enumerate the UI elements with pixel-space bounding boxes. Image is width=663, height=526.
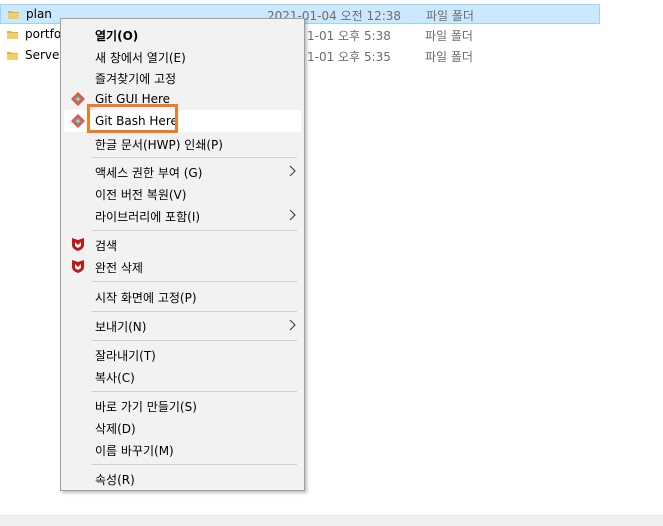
- menu-item-create-shortcut[interactable]: 바로 가기 만들기(S): [64, 394, 301, 416]
- menu-item-git-bash[interactable]: Git Bash Here: [64, 110, 301, 132]
- mcafee-shield-icon: [72, 238, 84, 251]
- menu-separator: [92, 340, 297, 341]
- menu-label: 속성(R): [95, 473, 135, 487]
- menu-item-copy[interactable]: 복사(C): [64, 365, 301, 387]
- file-name: portfol: [25, 27, 65, 41]
- menu-item-pin-quick-access[interactable]: 즐겨찾기에 고정: [64, 66, 301, 88]
- folder-icon: [8, 11, 19, 19]
- mcafee-shield-icon: [72, 260, 84, 273]
- menu-label: 시작 화면에 고정(P): [95, 291, 197, 305]
- menu-label: 열기(O): [95, 29, 139, 43]
- menu-separator: [92, 230, 297, 231]
- status-bar: [0, 515, 663, 526]
- menu-label: 이름 바꾸기(M): [95, 444, 174, 458]
- menu-item-rename[interactable]: 이름 바꾸기(M): [64, 438, 301, 460]
- menu-item-pin-start[interactable]: 시작 화면에 고정(P): [64, 285, 301, 307]
- menu-separator: [92, 464, 297, 465]
- menu-item-scan[interactable]: 검색: [64, 233, 301, 255]
- file-name: plan: [26, 7, 52, 21]
- menu-separator: [92, 311, 297, 312]
- menu-item-open-new-window[interactable]: 새 창에서 열기(E): [64, 45, 301, 67]
- menu-item-delete[interactable]: 삭제(D): [64, 416, 301, 438]
- menu-label: 새 창에서 열기(E): [95, 51, 186, 65]
- file-type: 파일 폴더: [425, 29, 473, 43]
- menu-item-send-to[interactable]: 보내기(N): [64, 314, 301, 336]
- folder-icon: [7, 52, 18, 60]
- menu-item-cut[interactable]: 잘라내기(T): [64, 343, 301, 365]
- file-date: 1-01 오후 5:35: [307, 50, 391, 64]
- folder-icon: [7, 31, 18, 39]
- menu-item-restore-previous[interactable]: 이전 버전 복원(V): [64, 182, 301, 204]
- file-date: 1-01 오후 5:38: [307, 29, 391, 43]
- menu-label: 이전 버전 복원(V): [95, 188, 187, 202]
- menu-label: 완전 삭제: [95, 261, 143, 275]
- menu-item-open[interactable]: 열기(O): [64, 23, 301, 45]
- menu-separator: [92, 157, 297, 158]
- git-icon: [71, 92, 85, 106]
- chevron-right-icon: [289, 319, 296, 331]
- menu-item-shred[interactable]: 완전 삭제: [64, 255, 301, 277]
- git-icon: [71, 114, 85, 128]
- menu-separator: [92, 281, 297, 282]
- menu-label: 라이브러리에 포함(I): [95, 210, 201, 224]
- chevron-right-icon: [289, 165, 296, 177]
- menu-label: 잘라내기(T): [95, 349, 156, 363]
- menu-label: 복사(C): [95, 371, 135, 385]
- menu-label: 즐겨찾기에 고정: [95, 72, 177, 86]
- menu-label: 보내기(N): [95, 320, 147, 334]
- menu-item-hwp-print[interactable]: 한글 문서(HWP) 인쇄(P): [64, 132, 301, 154]
- menu-item-include-library[interactable]: 라이브러리에 포함(I): [64, 204, 301, 226]
- menu-item-give-access[interactable]: 액세스 권한 부여 (G): [64, 160, 301, 182]
- menu-item-git-gui[interactable]: Git GUI Here: [64, 88, 301, 110]
- menu-label: 검색: [95, 239, 118, 253]
- menu-separator: [92, 391, 297, 392]
- menu-label: 액세스 권한 부여 (G): [95, 166, 203, 180]
- menu-label: 바로 가기 만들기(S): [95, 400, 197, 414]
- context-menu: 열기(O) 새 창에서 열기(E) 즐겨찾기에 고정 Git GUI Here …: [60, 18, 305, 491]
- menu-label: 삭제(D): [95, 422, 136, 436]
- file-type: 파일 폴더: [425, 50, 473, 64]
- chevron-right-icon: [289, 209, 296, 221]
- menu-item-properties[interactable]: 속성(R): [64, 467, 301, 489]
- file-type: 파일 폴더: [426, 9, 474, 23]
- menu-label: Git Bash Here: [95, 114, 178, 128]
- menu-label: 한글 문서(HWP) 인쇄(P): [95, 138, 223, 152]
- menu-label: Git GUI Here: [95, 92, 171, 106]
